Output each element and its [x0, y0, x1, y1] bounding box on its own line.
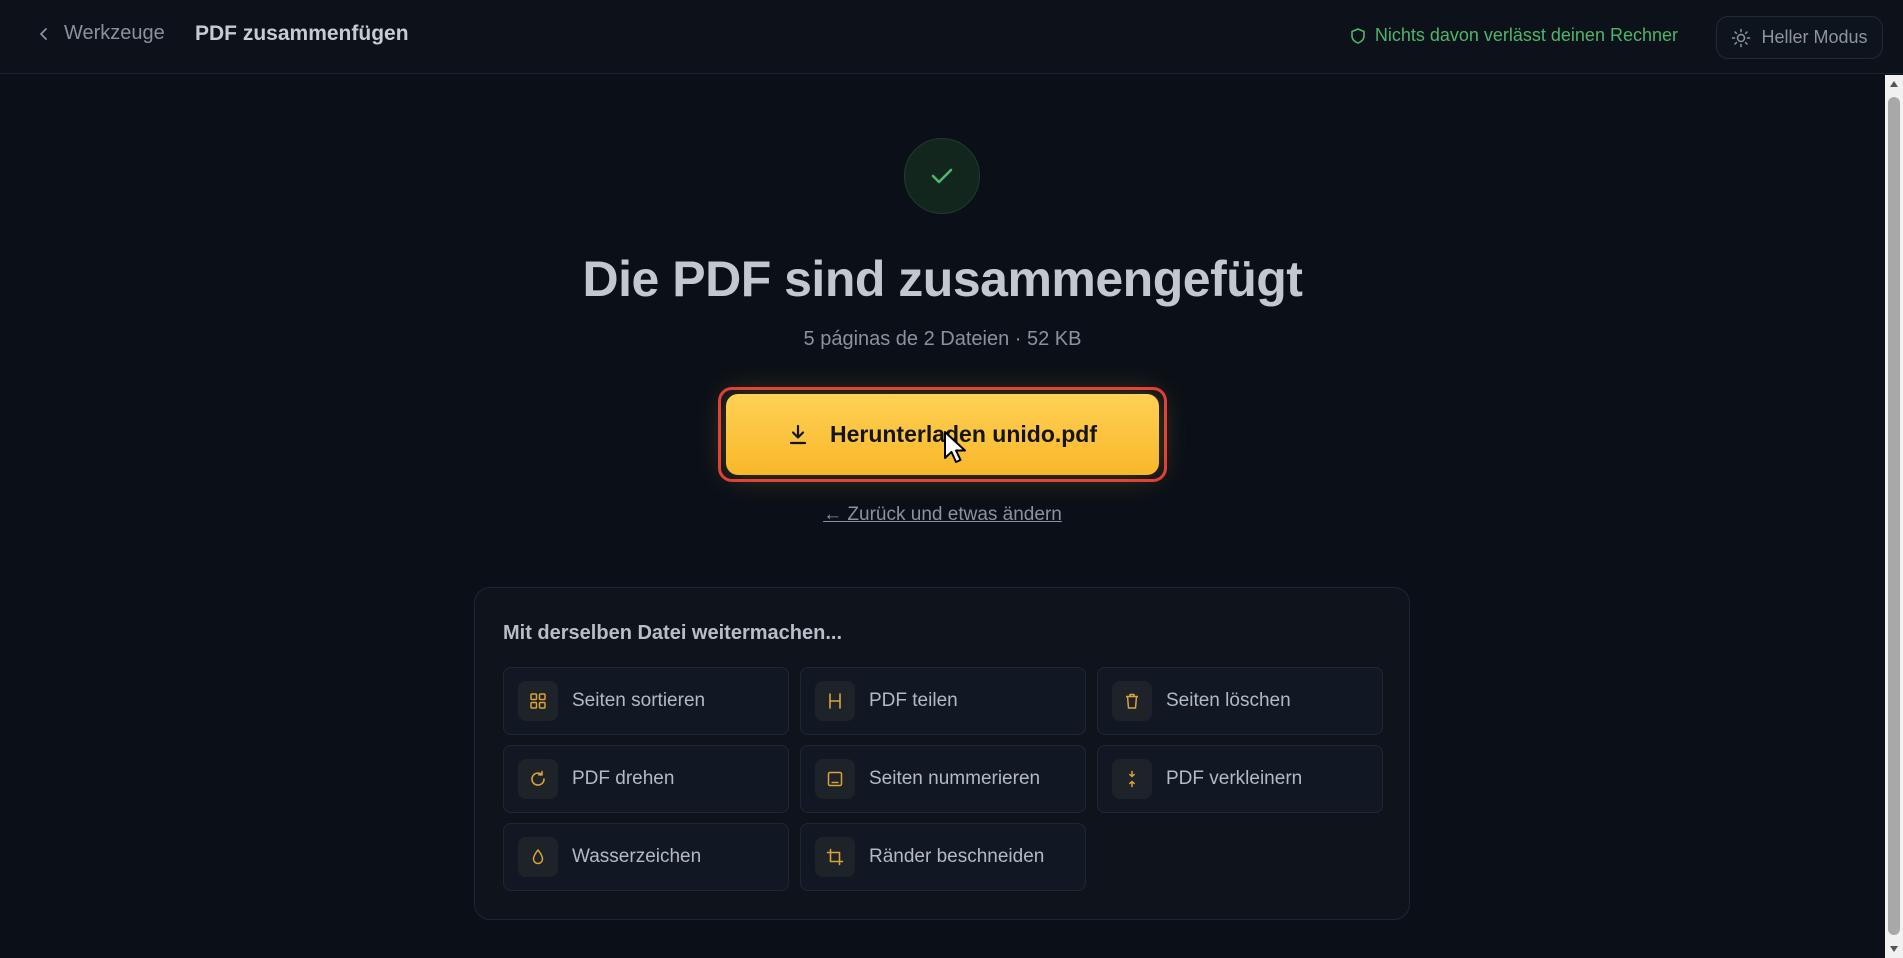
- tool-number-pages[interactable]: Seiten nummerieren: [800, 745, 1086, 813]
- tool-label: Seiten löschen: [1166, 690, 1291, 711]
- tool-label: Seiten nummerieren: [869, 768, 1041, 789]
- continue-card-title: Mit derselben Datei weitermachen...: [503, 622, 842, 644]
- privacy-notice: Nichts davon verlässt deinen Rechner: [1351, 25, 1678, 46]
- back-and-change-link-wrap: ← Zurück und etwas ändern: [0, 504, 1885, 526]
- tool-delete-pages[interactable]: Seiten löschen: [1097, 667, 1383, 735]
- split-icon: [815, 681, 855, 721]
- privacy-text: Nichts davon verlässt deinen Rechner: [1374, 25, 1678, 45]
- tool-watermark[interactable]: Wasserzeichen: [503, 823, 789, 891]
- tool-crop-margins[interactable]: Ränder beschneiden: [800, 823, 1086, 891]
- tool-label: PDF verkleinern: [1166, 768, 1303, 789]
- success-badge: [904, 138, 980, 214]
- shield-icon: [1351, 27, 1365, 44]
- rotate-icon: [518, 759, 558, 799]
- chevron-left-icon: [34, 24, 54, 44]
- continue-with-file-card: Mit derselben Datei weitermachen... Seit…: [474, 587, 1410, 920]
- scrollbar-thumb[interactable]: [1888, 97, 1900, 935]
- tool-label: Seiten sortieren: [572, 690, 706, 711]
- tool-compress-pdf[interactable]: PDF verkleinern: [1097, 745, 1383, 813]
- page-title: PDF zusammenfügen: [195, 22, 409, 45]
- droplet-icon: [518, 837, 558, 877]
- light-mode-label: Heller Modus: [1761, 27, 1868, 47]
- back-to-tools-link[interactable]: Werkzeuge: [34, 22, 165, 45]
- tool-label: Wasserzeichen: [572, 846, 702, 867]
- grid-icon: [518, 681, 558, 721]
- back-link-label: Werkzeuge: [64, 22, 165, 44]
- page-number-icon: [815, 759, 855, 799]
- top-bar: Werkzeuge PDF zusammenfügen Nichts davon…: [0, 0, 1903, 74]
- tool-label: PDF teilen: [869, 690, 958, 711]
- tool-split-pdf[interactable]: PDF teilen: [800, 667, 1086, 735]
- compress-icon: [1112, 759, 1152, 799]
- tool-label: Ränder beschneiden: [869, 846, 1045, 867]
- result-title: Die PDF sind zusammengefügt: [582, 251, 1303, 307]
- scroll-up-arrow-icon[interactable]: [1885, 75, 1903, 93]
- scroll-down-arrow-icon[interactable]: [1885, 940, 1903, 958]
- tool-sort-pages[interactable]: Seiten sortieren: [503, 667, 789, 735]
- checkmark-icon: [931, 168, 953, 184]
- back-and-change-link[interactable]: ← Zurück und etwas ändern: [823, 504, 1062, 525]
- result-summary: 5 páginas de 2 Dateien · 52 KB: [803, 328, 1082, 350]
- trash-icon: [1112, 681, 1152, 721]
- mouse-cursor-icon: [944, 431, 966, 463]
- tool-label: PDF drehen: [572, 768, 675, 789]
- sun-icon: [1732, 28, 1751, 47]
- crop-icon: [815, 837, 855, 877]
- tool-rotate-pdf[interactable]: PDF drehen: [503, 745, 789, 813]
- download-icon: [789, 424, 807, 444]
- light-mode-button[interactable]: Heller Modus: [1716, 16, 1883, 59]
- vertical-scrollbar[interactable]: [1885, 75, 1903, 958]
